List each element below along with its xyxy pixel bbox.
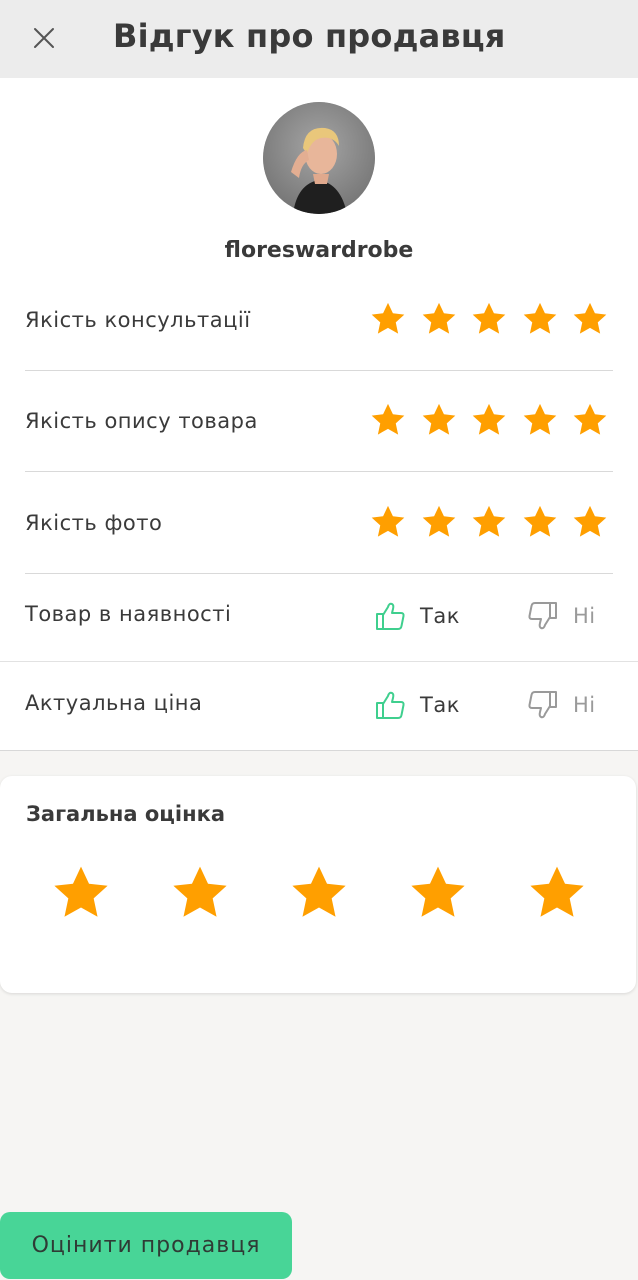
yesno-row-actual-price: Актуальна ціна Так Ні — [25, 685, 613, 725]
star-icon[interactable] — [369, 300, 407, 338]
thumbs-down-icon — [528, 602, 557, 630]
divider — [25, 471, 613, 472]
star-icon[interactable] — [420, 503, 458, 541]
star-icon[interactable] — [369, 401, 407, 439]
yes-option[interactable]: Так — [374, 600, 460, 632]
rating-row-consultation: Якість консультації — [25, 300, 613, 340]
close-button[interactable] — [28, 22, 60, 54]
star-icon[interactable] — [50, 862, 112, 924]
yes-label: Так — [420, 693, 460, 717]
no-option[interactable]: Ні — [527, 689, 596, 721]
close-icon — [34, 28, 54, 48]
overall-star-rating[interactable] — [50, 862, 590, 924]
thumbs-down-icon — [528, 691, 557, 719]
no-option[interactable]: Ні — [527, 600, 596, 632]
rating-row-photo: Якість фото — [25, 503, 613, 543]
star-icon[interactable] — [470, 503, 508, 541]
star-rating[interactable] — [369, 401, 622, 439]
star-icon[interactable] — [369, 503, 407, 541]
thumbs-up-icon — [376, 691, 405, 719]
yesno-label: Товар в наявності — [25, 602, 232, 626]
page-title: Відгук про продавця — [113, 17, 506, 55]
divider — [25, 573, 613, 574]
star-icon[interactable] — [571, 300, 609, 338]
rating-row-description: Якість опису товара — [25, 401, 613, 441]
star-icon[interactable] — [470, 401, 508, 439]
review-panel: floreswardrobe Якість консультації Якіст… — [0, 78, 638, 751]
star-icon[interactable] — [521, 503, 559, 541]
star-icon[interactable] — [407, 862, 469, 924]
star-icon[interactable] — [571, 401, 609, 439]
yes-option[interactable]: Так — [374, 689, 460, 721]
star-rating[interactable] — [369, 300, 622, 338]
avatar — [263, 102, 375, 214]
overall-rating-card: Загальна оцінка — [0, 776, 636, 993]
top-bar: Відгук про продавця — [0, 0, 638, 78]
yesno-row-in-stock: Товар в наявності Так Ні — [25, 596, 613, 636]
no-label: Ні — [573, 604, 596, 628]
divider — [0, 661, 638, 662]
rate-seller-button[interactable]: Оцінити продавця — [0, 1212, 292, 1279]
rating-label: Якість опису товара — [25, 409, 258, 433]
star-icon[interactable] — [526, 862, 588, 924]
star-icon[interactable] — [571, 503, 609, 541]
yes-label: Так — [420, 604, 460, 628]
star-rating[interactable] — [369, 503, 622, 541]
star-icon[interactable] — [169, 862, 231, 924]
seller-username: floreswardrobe — [224, 238, 414, 263]
thumbs-up-icon — [376, 602, 405, 630]
star-icon[interactable] — [470, 300, 508, 338]
star-icon[interactable] — [521, 401, 559, 439]
no-label: Ні — [573, 693, 596, 717]
rating-label: Якість фото — [25, 511, 163, 535]
star-icon[interactable] — [420, 300, 458, 338]
star-icon[interactable] — [420, 401, 458, 439]
divider — [25, 370, 613, 371]
star-icon[interactable] — [288, 862, 350, 924]
star-icon[interactable] — [521, 300, 559, 338]
overall-title: Загальна оцінка — [26, 802, 226, 826]
rating-label: Якість консультації — [25, 308, 251, 332]
yesno-label: Актуальна ціна — [25, 691, 203, 715]
